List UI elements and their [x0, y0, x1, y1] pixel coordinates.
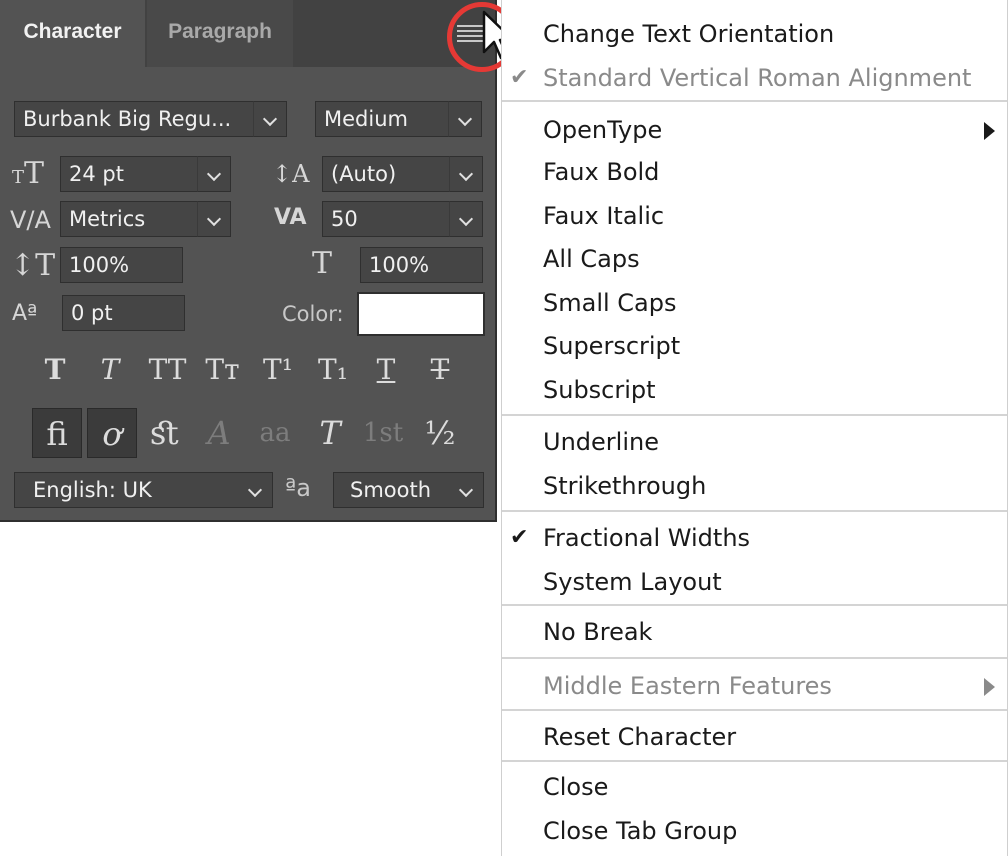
color-label: Color:	[282, 302, 344, 326]
menu-item-all-caps[interactable]: All Caps	[502, 239, 1007, 279]
menu-item-faux-bold[interactable]: Faux Bold	[502, 152, 1007, 192]
font-style-dropdown[interactable]: Medium	[315, 101, 449, 137]
menu-item-no-break[interactable]: No Break	[502, 612, 1007, 652]
menu-item-label: System Layout	[543, 568, 722, 596]
menu-separator	[502, 100, 1007, 102]
titling-alternates-icon[interactable]: T	[305, 408, 355, 458]
horizontal-scale-icon: T	[312, 246, 333, 281]
character-panel: Character Paragraph Burbank Big Regu... …	[0, 0, 497, 522]
antialias-icon: ªa	[285, 474, 312, 502]
font-size-input[interactable]: 24 pt	[60, 156, 198, 192]
subscript-icon[interactable]: T₁	[313, 350, 353, 390]
menu-item-opentype[interactable]: OpenType	[502, 110, 1007, 150]
faux-italic-icon[interactable]: T	[90, 350, 130, 390]
ordinals-icon[interactable]: 1st	[358, 408, 408, 458]
menu-item-label: Small Caps	[543, 289, 677, 317]
menu-separator	[502, 709, 1007, 711]
menu-item-label: Underline	[543, 428, 659, 456]
menu-item-label: Superscript	[543, 332, 681, 360]
menu-item-label: Faux Italic	[543, 202, 665, 230]
kerning-icon: V/A	[10, 206, 51, 234]
menu-item-close[interactable]: Close	[502, 767, 1007, 807]
menu-item-label: No Break	[543, 618, 653, 646]
contextual-alternates-icon[interactable]: ơ	[87, 408, 137, 458]
checkmark-icon: ✔	[510, 525, 529, 550]
menu-item-label: Middle Eastern Features	[543, 672, 832, 700]
menu-separator	[502, 657, 1007, 659]
discretionary-ligatures-icon[interactable]: ﬆ	[140, 408, 190, 458]
vertical-scale-input[interactable]: 100%	[60, 247, 183, 283]
checkmark-icon: ✔	[510, 65, 529, 90]
menu-item-faux-italic[interactable]: Faux Italic	[502, 196, 1007, 236]
faux-bold-icon[interactable]: T	[35, 350, 75, 390]
menu-item-label: Close Tab Group	[543, 817, 738, 845]
leading-input[interactable]: (Auto)	[322, 156, 450, 192]
menu-item-underline[interactable]: Underline	[502, 422, 1007, 462]
leading-icon: ↕A	[272, 160, 310, 188]
menu-item-strikethrough[interactable]: Strikethrough	[502, 466, 1007, 506]
chevron-down-icon[interactable]	[197, 201, 231, 237]
swash-icon[interactable]: A	[194, 408, 244, 458]
menu-item-label: All Caps	[543, 245, 640, 273]
chevron-down-icon[interactable]	[449, 156, 483, 192]
menu-item-label: Strikethrough	[543, 472, 707, 500]
panel-tab-bar: Character Paragraph	[0, 0, 495, 67]
menu-item-reset-character[interactable]: Reset Character	[502, 717, 1007, 757]
horizontal-scale-input[interactable]: 100%	[360, 247, 483, 283]
chevron-down-icon[interactable]	[253, 101, 287, 137]
menu-item-close-tab-group[interactable]: Close Tab Group	[502, 811, 1007, 851]
font-family-dropdown[interactable]: Burbank Big Regu...	[14, 101, 254, 137]
underline-icon[interactable]: T	[366, 350, 406, 390]
tab-character[interactable]: Character	[0, 0, 145, 67]
menu-item-subscript[interactable]: Subscript	[502, 370, 1007, 410]
menu-separator	[502, 760, 1007, 762]
menu-item-middle-eastern-features[interactable]: Middle Eastern Features	[502, 666, 1007, 706]
submenu-arrow-icon	[984, 122, 995, 140]
chevron-down-icon[interactable]	[450, 472, 484, 508]
baseline-shift-input[interactable]: 0 pt	[62, 295, 185, 331]
menu-item-label: Standard Vertical Roman Alignment	[543, 64, 972, 92]
menu-item-fractional-widths[interactable]: ✔ Fractional Widths	[502, 518, 1007, 558]
all-caps-icon[interactable]: TT	[145, 350, 190, 390]
menu-item-label: OpenType	[543, 116, 663, 144]
tracking-input[interactable]: 50	[322, 201, 450, 237]
menu-item-label: Subscript	[543, 376, 656, 404]
menu-item-label: Close	[543, 773, 609, 801]
fractions-icon[interactable]: ½	[415, 408, 465, 458]
menu-item-label: Change Text Orientation	[543, 20, 835, 48]
menu-item-label: Fractional Widths	[543, 524, 751, 552]
superscript-icon[interactable]: T¹	[258, 350, 298, 390]
language-dropdown[interactable]: English: UK	[14, 472, 240, 508]
menu-separator	[502, 414, 1007, 416]
chevron-down-icon[interactable]	[197, 156, 231, 192]
menu-item-label: Reset Character	[543, 723, 737, 751]
antialias-dropdown[interactable]: Smooth	[333, 472, 451, 508]
menu-item-standard-vertical-roman-alignment[interactable]: ✔ Standard Vertical Roman Alignment	[502, 58, 1007, 98]
tracking-icon: VA	[274, 205, 307, 230]
menu-item-system-layout[interactable]: System Layout	[502, 562, 1007, 602]
chevron-down-icon[interactable]	[239, 472, 273, 508]
kerning-dropdown[interactable]: Metrics	[60, 201, 198, 237]
chevron-down-icon[interactable]	[449, 201, 483, 237]
menu-separator	[502, 604, 1007, 606]
submenu-arrow-icon	[984, 678, 995, 696]
menu-separator	[502, 510, 1007, 512]
chevron-down-icon[interactable]	[448, 101, 482, 137]
strikethrough-icon[interactable]: T	[420, 350, 460, 390]
tab-paragraph[interactable]: Paragraph	[147, 0, 293, 67]
baseline-shift-icon: Aª	[12, 301, 38, 326]
vertical-scale-icon: ↕T	[10, 248, 56, 283]
menu-item-change-text-orientation[interactable]: Change Text Orientation	[502, 14, 1007, 54]
small-caps-icon[interactable]: Tт	[200, 350, 245, 390]
standard-ligatures-icon[interactable]: ﬁ	[32, 408, 82, 458]
menu-item-small-caps[interactable]: Small Caps	[502, 283, 1007, 323]
panel-flyout-menu: Change Text Orientation ✔ Standard Vertic…	[501, 0, 1008, 856]
font-size-icon: TT	[12, 156, 45, 191]
menu-item-label: Faux Bold	[543, 158, 660, 186]
stylistic-alternates-icon[interactable]: aa	[250, 408, 300, 458]
color-swatch[interactable]	[357, 292, 485, 336]
menu-item-superscript[interactable]: Superscript	[502, 326, 1007, 366]
